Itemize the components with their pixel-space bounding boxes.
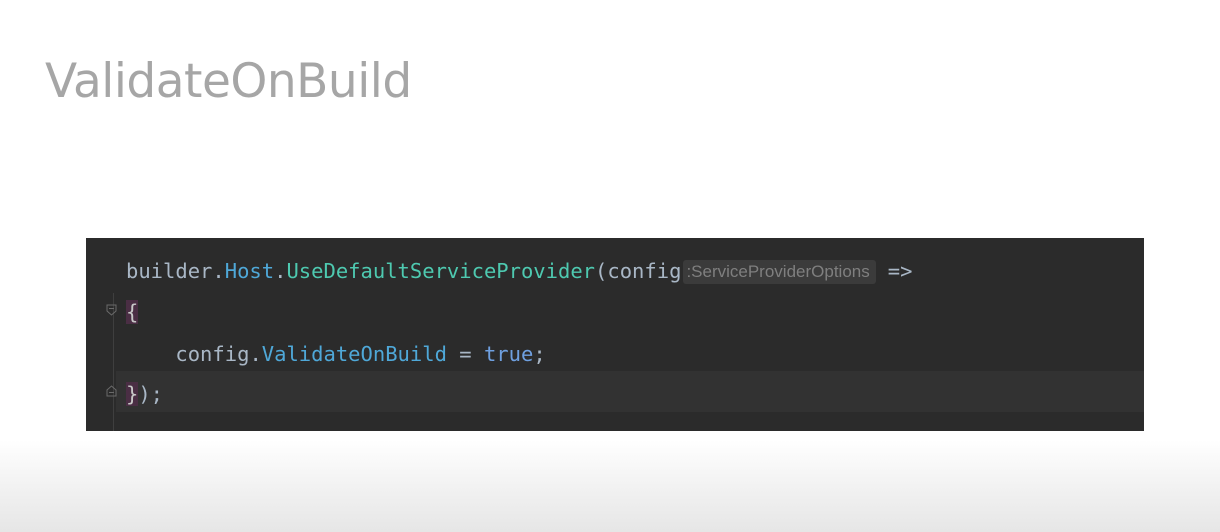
fold-end-icon[interactable] xyxy=(106,385,117,397)
token-open-paren: ( xyxy=(595,259,608,283)
type-inlay-hint: :ServiceProviderOptions xyxy=(683,260,876,284)
fold-start-icon[interactable] xyxy=(106,304,117,316)
token-semicolon: ; xyxy=(533,342,546,366)
token-lambda-arrow: => xyxy=(887,259,913,283)
code-line-4: }); xyxy=(126,379,163,409)
code-editor[interactable]: builder.Host.UseDefaultServiceProvider(c… xyxy=(86,238,1144,431)
code-line-3: config.ValidateOnBuild = true; xyxy=(126,339,546,369)
token-builder: builder xyxy=(126,259,213,283)
code-line-2: { xyxy=(126,297,139,327)
slide-title: ValidateOnBuild xyxy=(45,54,412,109)
token-host: Host xyxy=(224,259,275,283)
code-line-1: builder.Host.UseDefaultServiceProvider(c… xyxy=(126,256,912,286)
token-dot: . xyxy=(212,259,225,283)
token-true-keyword: true xyxy=(483,342,534,366)
token-param: config xyxy=(607,259,682,283)
editor-gutter xyxy=(86,238,117,431)
token-open-brace: { xyxy=(126,300,139,324)
token-dot: . xyxy=(274,259,287,283)
current-line-highlight xyxy=(116,371,1144,412)
token-config: config xyxy=(175,342,250,366)
token-assign: = xyxy=(446,342,484,366)
token-property: ValidateOnBuild xyxy=(261,342,447,366)
token-close-brace: } xyxy=(126,382,139,406)
token-close-paren-semicolon: ); xyxy=(138,382,164,406)
token-method-name: UseDefaultServiceProvider xyxy=(286,259,596,283)
token-dot: . xyxy=(249,342,262,366)
